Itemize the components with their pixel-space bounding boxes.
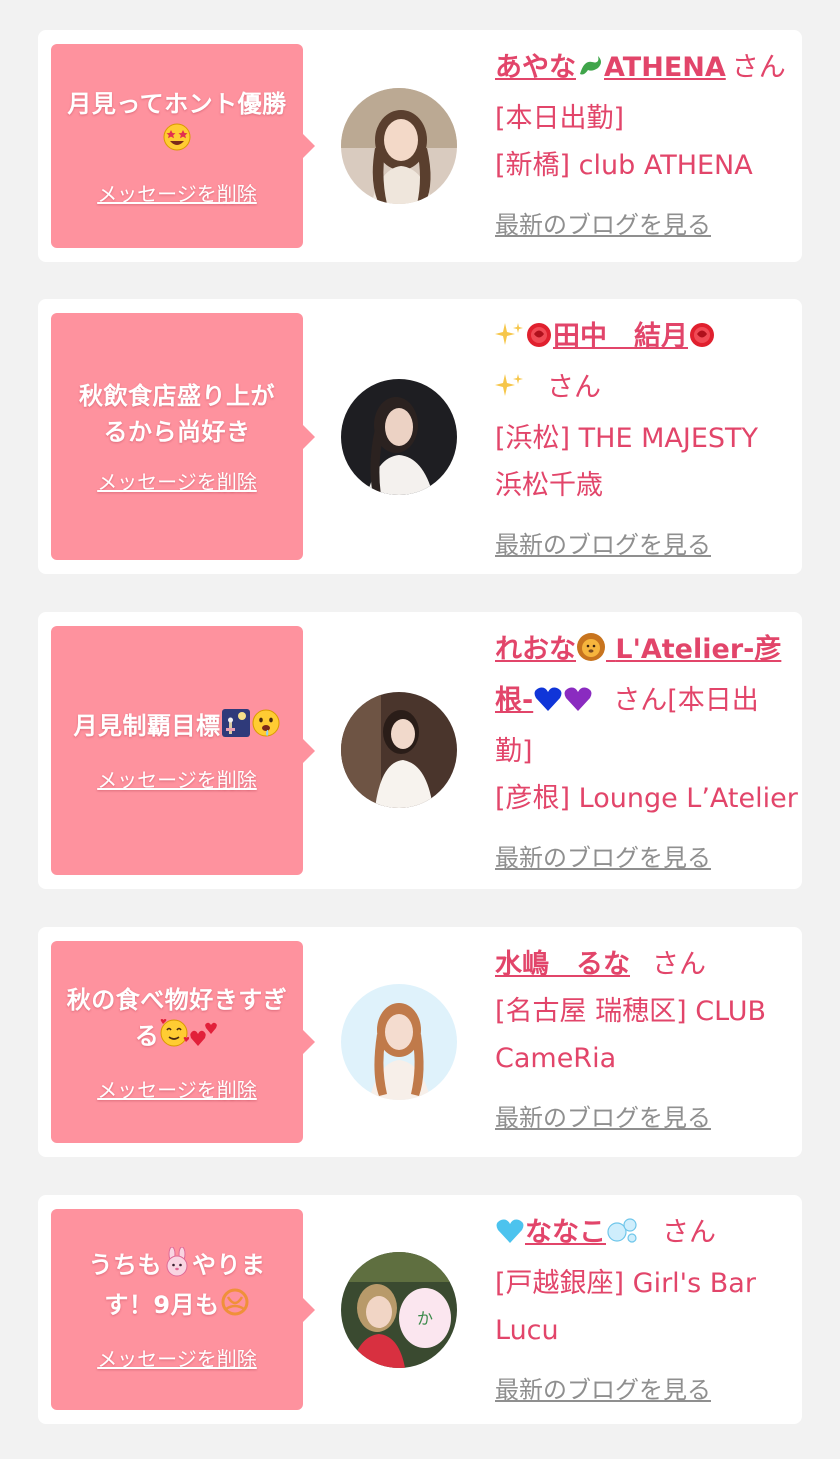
message-card: うちも やります！9月も メッセージを削除 か ななこ さん [戸越銀座] Girl… — [38, 1195, 802, 1424]
delete-message-link[interactable]: メッセージを削除 — [97, 1343, 257, 1372]
sparkles-icon — [495, 317, 525, 364]
delete-message-link[interactable]: メッセージを削除 — [97, 1074, 257, 1103]
latest-blog-link[interactable]: 最新のブログを見る — [495, 525, 711, 560]
message-bubble: 月見ってホント優勝 メッセージを削除 — [51, 44, 315, 248]
message-bubble: 秋の食べ物好きすぎる メッセージを削除 — [51, 941, 315, 1143]
avatar[interactable] — [341, 88, 457, 204]
girl-name-link[interactable]: 田中 結月 — [495, 321, 716, 403]
blue-heart-icon — [533, 681, 563, 728]
rabbit-icon — [162, 1246, 192, 1287]
delete-message-link[interactable]: メッセージを削除 — [97, 178, 257, 207]
girl-info: れおな L'Atelier-彦根- さん[本日出勤] [彦根] Lounge L’… — [495, 626, 798, 873]
store-name: [浜松] THE MAJESTY 浜松千歳 — [495, 423, 758, 501]
girl-name-link[interactable]: あやな ATHENA — [495, 52, 726, 83]
avatar[interactable] — [341, 984, 457, 1100]
rose-icon — [525, 317, 553, 364]
drooling-face-icon — [251, 708, 281, 748]
love-letter-icon — [220, 1287, 250, 1327]
message-text: うちも やります！9月も — [67, 1246, 287, 1327]
store-name: [戸越銀座] Girl's Bar Lucu — [495, 1268, 756, 1346]
message-card: 月見制覇目標 メッセージを削除 れおな L'Atelier-彦根- さん[本日出勤… — [38, 612, 802, 889]
latest-blog-link[interactable]: 最新のブログを見る — [495, 1370, 711, 1405]
moon-viewing-icon — [221, 708, 251, 748]
avatar[interactable] — [341, 379, 457, 495]
delete-message-link[interactable]: メッセージを削除 — [97, 466, 257, 495]
message-bubble: 秋飲食店盛り上がるから尚好き メッセージを削除 — [51, 313, 315, 560]
lion-icon — [576, 630, 606, 677]
latest-blog-link[interactable]: 最新のブログを見る — [495, 205, 711, 240]
latest-blog-link[interactable]: 最新のブログを見る — [495, 1098, 711, 1133]
rose-icon — [688, 317, 716, 364]
two-hearts-icon — [189, 1018, 219, 1058]
message-bubble: 月見制覇目標 メッセージを削除 — [51, 626, 315, 875]
message-text: 秋の食べ物好きすぎる — [62, 982, 292, 1058]
bubbles-icon — [606, 1213, 638, 1260]
store-name: [名古屋 瑞穂区] CLUB CameRia — [495, 996, 767, 1074]
girl-info: 田中 結月 さん [浜松] THE MAJESTY 浜松千歳 最新のブログを見る — [495, 313, 795, 560]
dragon-icon — [576, 48, 604, 95]
delete-message-link[interactable]: メッセージを削除 — [97, 764, 257, 793]
girl-info: ななこ さん [戸越銀座] Girl's Bar Lucu 最新のブログを見る — [495, 1209, 795, 1405]
sparkles-icon — [495, 368, 525, 415]
message-card: 秋飲食店盛り上がるから尚好き メッセージを削除 田中 結月 さん [浜松] THE… — [38, 299, 802, 574]
message-text: 月見制覇目標 — [59, 708, 295, 748]
avatar[interactable] — [341, 692, 457, 808]
svg-text:か: か — [417, 1309, 433, 1328]
star-struck-emoji-icon — [162, 122, 192, 162]
smiling-hearts-icon — [159, 1018, 190, 1058]
store-name: [彦根] Lounge L’Atelier — [495, 783, 798, 814]
light-blue-heart-icon — [495, 1213, 525, 1260]
girl-info: あやな ATHENA さん[本日出勤] [新橋] club ATHENA 最新のブロ… — [495, 44, 795, 240]
avatar[interactable]: か — [341, 1252, 457, 1368]
girl-name-link[interactable]: ななこ — [495, 1217, 638, 1248]
purple-heart-icon — [563, 681, 593, 728]
message-text: 秋飲食店盛り上がるから尚好き — [79, 382, 275, 446]
message-text: 月見ってホント優勝 — [67, 86, 287, 162]
girl-name-link[interactable]: 水嶋 るな — [495, 949, 630, 980]
store-name: [新橋] club ATHENA — [495, 150, 753, 181]
girl-info: 水嶋 るな さん [名古屋 瑞穂区] CLUB CameRia 最新のブログを見る — [495, 941, 795, 1133]
message-card: 秋の食べ物好きすぎる メッセージを削除 水嶋 るな さん [名古屋 瑞穂区] CL… — [38, 927, 802, 1157]
message-bubble: うちも やります！9月も メッセージを削除 — [51, 1209, 315, 1410]
message-card: 月見ってホント優勝 メッセージを削除 あやな ATHENA さん[本日出勤] [新橋… — [38, 30, 802, 262]
latest-blog-link[interactable]: 最新のブログを見る — [495, 838, 711, 873]
